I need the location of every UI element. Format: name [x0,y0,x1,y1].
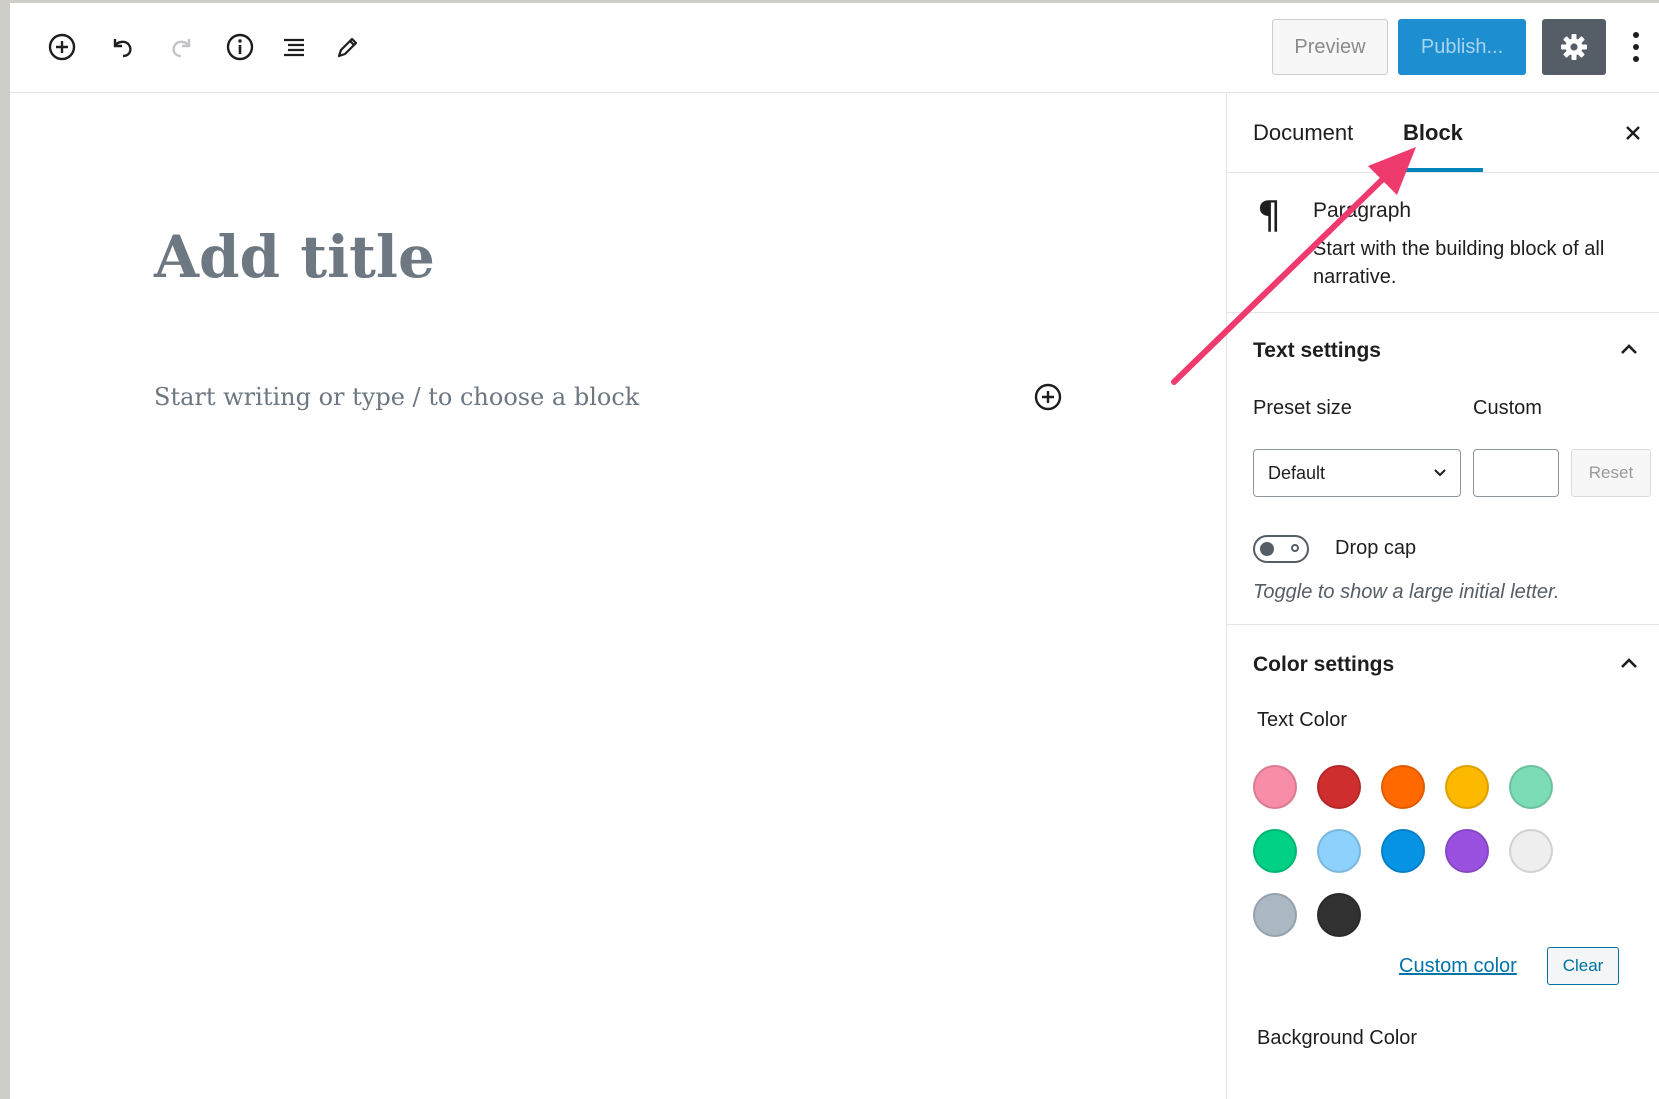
drop-cap-help: Toggle to show a large initial letter. [1253,581,1560,603]
paragraph-icon: ¶ [1257,193,1282,237]
tab-document[interactable]: Document [1233,93,1373,172]
toggle-knob [1260,542,1274,556]
custom-color-link[interactable]: Custom color [1399,955,1517,978]
color-swatch[interactable] [1317,765,1361,809]
settings-sidebar: Document Block ¶ Paragraph Start with th… [1226,93,1659,1099]
close-sidebar-button[interactable] [1617,117,1649,149]
color-swatch[interactable] [1253,893,1297,937]
clear-color-button[interactable]: Clear [1547,947,1619,985]
color-swatch[interactable] [1509,765,1553,809]
preset-size-value: Default [1268,462,1326,483]
undo-icon[interactable] [100,25,144,69]
settings-button[interactable] [1542,19,1606,75]
color-swatch[interactable] [1445,829,1489,873]
add-block-icon[interactable] [40,25,84,69]
gear-icon [1561,34,1587,60]
color-swatch[interactable] [1381,765,1425,809]
more-vertical-icon [1633,32,1639,62]
more-options-button[interactable] [1622,25,1650,69]
pencil-icon[interactable] [326,25,370,69]
color-swatch[interactable] [1317,893,1361,937]
redo-icon[interactable] [160,25,204,69]
close-icon [1626,126,1640,140]
color-swatch[interactable] [1317,829,1361,873]
color-swatch[interactable] [1445,765,1489,809]
tab-block[interactable]: Block [1383,93,1483,172]
preset-size-label: Preset size [1253,397,1352,419]
toggle-off-indicator [1291,544,1299,552]
text-settings-panel: Text settings Preset size Custom Default… [1227,313,1659,625]
list-view-icon[interactable] [272,25,316,69]
color-swatch[interactable] [1253,829,1297,873]
drop-cap-toggle[interactable] [1253,535,1309,563]
info-icon[interactable] [218,25,262,69]
color-settings-heading[interactable]: Color settings [1253,653,1394,677]
preview-button[interactable]: Preview [1272,19,1388,75]
color-swatch[interactable] [1253,765,1297,809]
sidebar-tabs: Document Block [1227,93,1659,173]
publish-button[interactable]: Publish... [1398,19,1526,75]
block-description: Start with the building block of all nar… [1313,238,1605,288]
add-block-icon [1034,383,1062,411]
drop-cap-label: Drop cap [1335,537,1417,559]
paragraph-block-input[interactable]: Start writing or type / to choose a bloc… [154,383,639,411]
custom-size-label: Custom [1473,397,1542,419]
text-color-label: Text Color [1257,709,1348,731]
background-color-label: Background Color [1257,1027,1418,1049]
reset-button[interactable]: Reset [1571,449,1651,497]
inline-add-block-button[interactable] [1028,377,1068,417]
block-card: ¶ Paragraph Start with the building bloc… [1227,173,1659,313]
text-settings-heading[interactable]: Text settings [1253,339,1381,363]
color-swatch[interactable] [1509,829,1553,873]
custom-size-input[interactable] [1473,449,1559,497]
chevron-up-icon[interactable] [1615,649,1643,677]
editor-canvas: Add title Start writing or type / to cho… [10,93,1226,1099]
post-title-input[interactable]: Add title [154,223,435,291]
preset-size-select[interactable]: Default [1253,449,1461,497]
block-name: Paragraph [1313,199,1412,222]
color-swatch[interactable] [1381,829,1425,873]
editor-window: Preview Publish... Add title Start writi… [10,3,1659,1099]
top-toolbar: Preview Publish... [10,3,1659,93]
color-settings-panel: Color settings Text Color Custom color C… [1227,625,1659,1099]
chevron-up-icon[interactable] [1615,335,1643,363]
chevron-down-icon [1434,469,1446,477]
